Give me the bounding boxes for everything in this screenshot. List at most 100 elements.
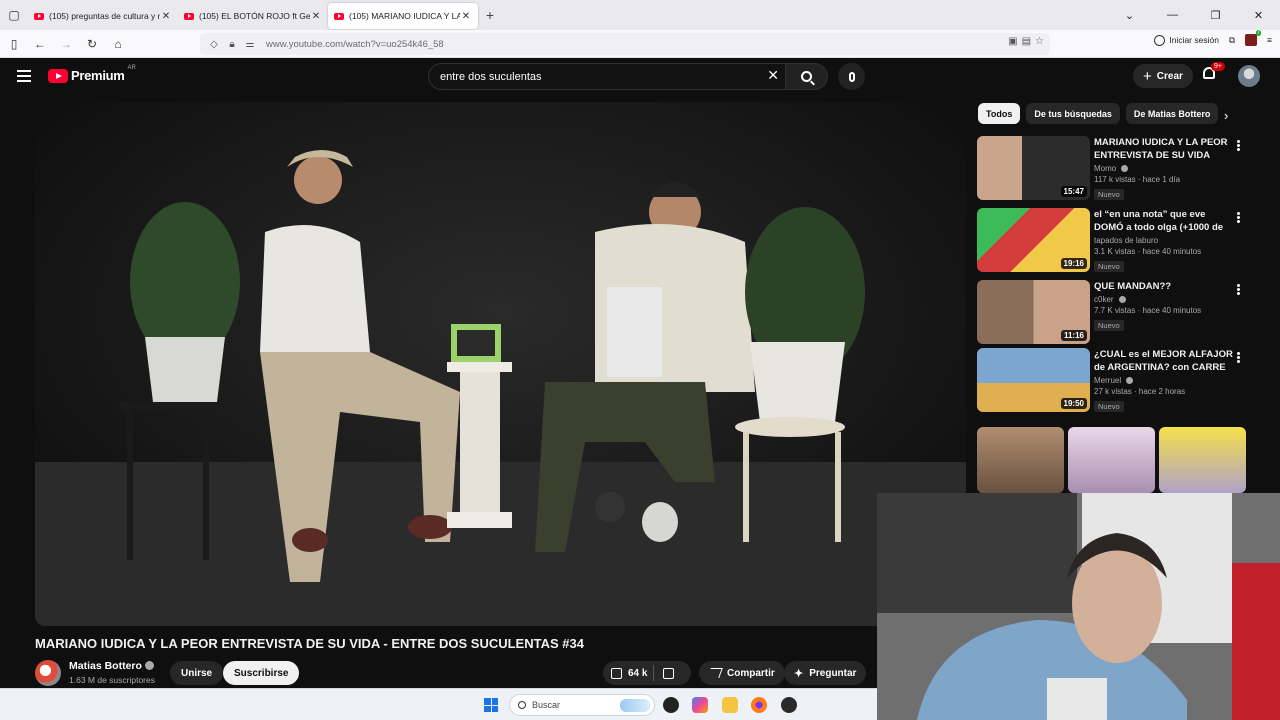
chip-from-searches[interactable]: De tus búsquedas — [1026, 103, 1120, 124]
chip-from-channel[interactable]: De Matias Bottero — [1125, 103, 1219, 124]
recommendation-channel[interactable]: Momo — [1094, 164, 1234, 173]
shield-icon[interactable]: ◇ — [206, 39, 222, 50]
channel-text: Momo — [1094, 164, 1117, 173]
tab-title: (105) MARIANO IUDICA Y LA P — [349, 11, 460, 21]
video-thumbnail[interactable]: 19:16 — [977, 208, 1090, 272]
channel-avatar[interactable] — [35, 660, 61, 686]
recommendation-channel[interactable]: c0ker — [1094, 295, 1234, 304]
youtube-premium-logo[interactable]: Premium AR — [48, 65, 136, 83]
signin-button[interactable]: Iniciar sesión — [1154, 34, 1219, 46]
menu-icon[interactable]: ≡ — [1267, 35, 1272, 45]
recommendation-item[interactable]: 19:50 ¿CUAL es el MEJOR ALFAJOR de ARGEN… — [977, 348, 1267, 414]
video-duration: 19:50 — [1060, 398, 1087, 409]
recommendation-meta: 27 k vistas · hace 2 horas — [1094, 387, 1186, 396]
more-options-icon[interactable] — [1237, 284, 1240, 295]
minimize-icon[interactable]: — — [1151, 9, 1194, 21]
sidebar-toggle-icon[interactable]: ▯ — [2, 32, 26, 56]
recommendation-channel[interactable]: Merruel — [1094, 376, 1234, 385]
firefox-icon[interactable] — [751, 697, 767, 713]
file-explorer-icon[interactable] — [722, 697, 738, 713]
video-thumbnail[interactable]: 15:47 — [977, 136, 1090, 200]
copilot-icon[interactable] — [692, 697, 708, 713]
channel-name[interactable]: Matias Bottero — [69, 660, 154, 672]
hamburger-menu-icon[interactable] — [17, 70, 31, 82]
more-options-icon[interactable] — [1237, 352, 1240, 363]
reader-view-icon[interactable]: ▤ — [1022, 36, 1031, 47]
share-button[interactable]: Compartir — [699, 661, 785, 685]
tab-list-icon[interactable]: ▢ — [0, 0, 28, 30]
close-tab-icon[interactable]: ✕ — [460, 11, 472, 22]
browser-tab[interactable]: (105) preguntas de cultura y m ✕ — [28, 3, 178, 29]
tab-overflow-icon[interactable]: ⌄ — [1108, 9, 1151, 22]
browser-tab-active[interactable]: (105) MARIANO IUDICA Y LA P ✕ — [328, 3, 478, 29]
lock-icon[interactable]: 🔒︎ — [224, 39, 240, 50]
address-bar[interactable]: ◇ 🔒︎ ⚌ www.youtube.com/watch?v=uo254k46_… — [200, 33, 1050, 55]
notifications-button[interactable]: 9+ — [1203, 62, 1225, 83]
notification-count-badge: 9+ — [1211, 62, 1225, 71]
more-options-icon[interactable] — [1237, 140, 1240, 151]
video-duration: 19:16 — [1060, 258, 1087, 269]
subscribe-button[interactable]: Suscribirse — [223, 661, 300, 685]
close-window-icon[interactable]: ✕ — [1237, 9, 1280, 22]
taskbar-search[interactable]: Buscar — [509, 694, 655, 716]
like-button[interactable]: 64 k — [603, 667, 647, 679]
video-thumbnail[interactable]: 19:50 — [977, 348, 1090, 412]
chip-all[interactable]: Todos — [978, 103, 1021, 124]
create-button[interactable]: + Crear — [1133, 64, 1193, 88]
windows-taskbar: Buscar — [0, 688, 877, 720]
tab-title: (105) preguntas de cultura y m — [49, 11, 160, 21]
browser-nav-bar: ▯ ← → ↻ ⌂ ◇ 🔒︎ ⚌ www.youtube.com/watch?v… — [0, 30, 1280, 58]
ublock-extension-icon[interactable] — [1245, 30, 1262, 46]
back-icon[interactable]: ← — [28, 32, 52, 56]
chevron-right-icon[interactable]: › — [1224, 108, 1228, 123]
search-button[interactable] — [786, 63, 828, 90]
dislike-button[interactable] — [654, 667, 675, 679]
recommendation-title[interactable]: MARIANO IUDICA Y LA PEOR ENTREVISTA DE S… — [1094, 136, 1234, 162]
restore-icon[interactable]: ❐ — [1194, 9, 1237, 22]
translate-icon[interactable]: ▣ — [1008, 36, 1017, 47]
close-tab-icon[interactable]: ✕ — [160, 11, 172, 22]
join-button[interactable]: Unirse — [170, 661, 224, 685]
obs-icon[interactable] — [781, 697, 797, 713]
app-g-icon[interactable] — [663, 697, 679, 713]
video-thumbnail[interactable]: 11:16 — [977, 280, 1090, 344]
search-box[interactable]: ✕ — [428, 63, 786, 90]
recommendation-item[interactable]: 11:16 QUE MANDAN?? c0ker 7.7 K vistas · … — [977, 280, 1267, 346]
more-options-icon[interactable] — [1237, 212, 1240, 223]
bookmark-star-icon[interactable]: ☆ — [1035, 36, 1044, 47]
recommendation-channel[interactable]: tapados de laburo — [1094, 236, 1234, 245]
browser-tab[interactable]: (105) EL BOTÓN ROJO ft Gero A ✕ — [178, 3, 328, 29]
verified-icon — [144, 661, 154, 670]
recommendation-item[interactable]: 15:47 MARIANO IUDICA Y LA PEOR ENTREVIST… — [977, 136, 1267, 202]
youtube-header: Premium AR ✕ + Crear 9+ — [0, 58, 1280, 96]
video-duration: 11:16 — [1060, 330, 1087, 341]
new-badge: Nuevo — [1094, 189, 1124, 200]
ask-button[interactable]: ✦ Preguntar — [784, 661, 867, 685]
url-text[interactable]: www.youtube.com/watch?v=uo254k46_58 — [266, 39, 444, 50]
short-thumbnail[interactable] — [977, 427, 1064, 493]
windows-start-icon[interactable] — [484, 698, 498, 712]
permissions-icon[interactable]: ⚌ — [242, 39, 258, 50]
new-badge: Nuevo — [1094, 320, 1124, 331]
search-input[interactable] — [440, 70, 740, 83]
close-tab-icon[interactable]: ✕ — [310, 11, 322, 22]
clear-search-icon[interactable]: ✕ — [767, 67, 779, 84]
thumbs-up-icon — [611, 667, 622, 679]
home-icon[interactable]: ⌂ — [106, 32, 130, 56]
user-avatar[interactable] — [1238, 65, 1260, 87]
forward-icon[interactable]: → — [54, 32, 78, 56]
short-thumbnail[interactable] — [1068, 427, 1155, 493]
logo-text: Premium — [71, 68, 125, 83]
recommendation-item[interactable]: 19:16 el “en una nota” que eve DOMÓ a to… — [977, 208, 1267, 274]
recommendation-title[interactable]: ¿CUAL es el MEJOR ALFAJOR de ARGENTINA? … — [1094, 348, 1234, 374]
recommendation-title[interactable]: QUE MANDAN?? — [1094, 280, 1234, 293]
short-thumbnail[interactable] — [1159, 427, 1246, 493]
reload-icon[interactable]: ↻ — [80, 32, 104, 56]
recommendation-title[interactable]: el “en una nota” que eve DOMÓ a todo olg… — [1094, 208, 1234, 234]
youtube-play-icon — [48, 68, 68, 83]
extensions-icon[interactable]: ⧉ — [1229, 35, 1235, 46]
recommendation-meta: 7.7 K vistas · hace 40 minutos — [1094, 306, 1202, 315]
new-tab-icon[interactable]: + — [478, 7, 502, 23]
video-player[interactable] — [35, 102, 966, 626]
voice-search-button[interactable] — [838, 63, 865, 90]
